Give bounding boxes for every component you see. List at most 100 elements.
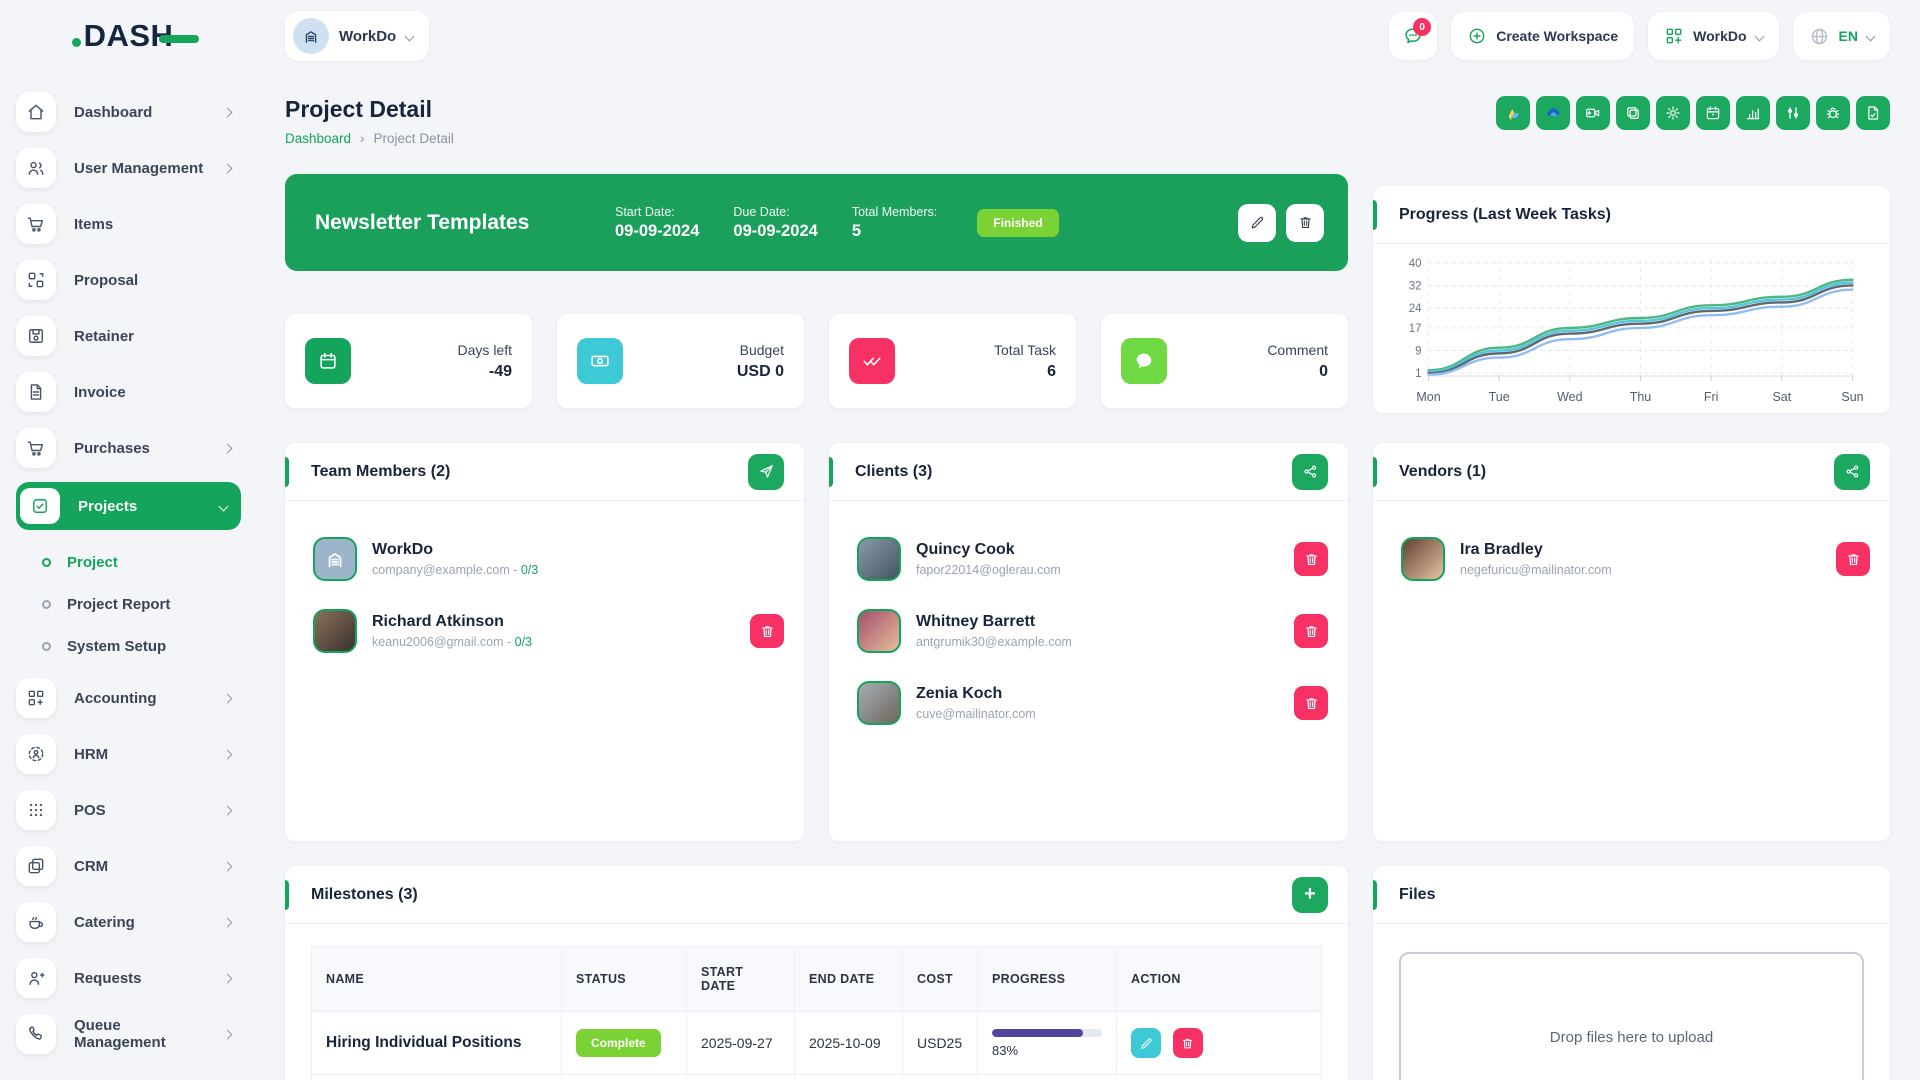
chevron-right-icon <box>223 107 233 117</box>
stat-comment: Comment0 <box>1101 314 1348 408</box>
sidebar-item-catering[interactable]: Catering <box>16 900 241 944</box>
chevron-right-icon <box>223 693 233 703</box>
calendar-button[interactable] <box>1696 96 1730 130</box>
edit-milestone-button[interactable] <box>1131 1028 1161 1058</box>
settings-button[interactable] <box>1656 96 1690 130</box>
svg-text:Fri: Fri <box>1704 390 1719 404</box>
member-email: keanu2006@gmail.com - <box>372 635 515 649</box>
bug-report-button[interactable] <box>1816 96 1850 130</box>
total-members-label: Total Members: <box>852 205 937 219</box>
svg-text:40: 40 <box>1409 258 1422 270</box>
milestone-row: Hiring Individual Positions Complete 202… <box>312 1012 1322 1075</box>
onedrive-icon <box>1544 104 1562 122</box>
bullet-icon <box>42 558 51 567</box>
sidebar-item-crm[interactable]: CRM <box>16 844 241 888</box>
person-scan-icon <box>26 744 46 764</box>
duplicate-button[interactable] <box>1616 96 1650 130</box>
create-workspace-button[interactable]: Create Workspace <box>1451 12 1634 60</box>
remove-vendor-button[interactable] <box>1836 542 1870 576</box>
start-date-value: 09-09-2024 <box>615 222 699 241</box>
sidebar-subitem-system-setup[interactable]: System Setup <box>42 626 241 666</box>
client-email: fapor22014@oglerau.com <box>916 563 1061 577</box>
create-workspace-label: Create Workspace <box>1496 28 1618 44</box>
breadcrumb-dashboard-link[interactable]: Dashboard <box>285 131 351 146</box>
users-icon <box>26 158 46 178</box>
client-row: Zenia Kochcuve@mailinator.com <box>829 667 1348 739</box>
document-report-button[interactable] <box>1856 96 1890 130</box>
sidebar-item-projects[interactable]: Projects <box>16 482 241 530</box>
svg-text:9: 9 <box>1415 346 1421 358</box>
sidebar-item-queue-management[interactable]: Queue Management <box>16 1012 241 1056</box>
client-row: Quincy Cookfapor22014@oglerau.com <box>829 523 1348 595</box>
stat-budget: BudgetUSD 0 <box>557 314 804 408</box>
milestone-end-date: 2025-10-09 <box>795 1012 903 1075</box>
workspace-selector[interactable]: WorkDo <box>285 11 429 61</box>
meeting-video-button[interactable] <box>1576 96 1610 130</box>
panel-title: Team Members (2) <box>311 463 450 481</box>
messages-button[interactable]: 0 <box>1389 12 1437 60</box>
globe-icon <box>1809 26 1830 47</box>
column-header: STATUS <box>562 947 687 1012</box>
delete-milestone-button[interactable] <box>1173 1028 1203 1058</box>
sidebar-subitem-project-report[interactable]: Project Report <box>42 584 241 624</box>
logo-dot <box>72 38 81 47</box>
file-dropzone[interactable]: Drop files here to upload <box>1399 952 1864 1080</box>
coffee-icon <box>26 912 46 932</box>
svg-text:Tue: Tue <box>1489 390 1510 404</box>
bullet-icon <box>42 600 51 609</box>
sidebar-item-purchases[interactable]: Purchases <box>16 426 241 470</box>
team-member-row: Richard Atkinsonkeanu2006@gmail.com - 0/… <box>285 595 804 667</box>
invite-member-button[interactable] <box>748 454 784 490</box>
sidebar-item-dashboard[interactable]: Dashboard <box>16 90 241 134</box>
add-milestone-button[interactable]: + <box>1292 877 1328 913</box>
grid-plus-icon <box>1664 26 1684 46</box>
member-task-ratio: 0/3 <box>521 563 538 577</box>
sidebar-item-proposal[interactable]: Proposal <box>16 258 241 302</box>
sidebar-item-items[interactable]: Items <box>16 202 241 246</box>
breadcrumb-separator: › <box>360 131 365 146</box>
sidebar-item-invoice[interactable]: Invoice <box>16 370 241 414</box>
svg-text:Mon: Mon <box>1416 390 1440 404</box>
sidebar-item-user-management[interactable]: User Management <box>16 146 241 190</box>
remove-member-button[interactable] <box>750 614 784 648</box>
comment-icon <box>1133 350 1155 372</box>
svg-text:17: 17 <box>1409 323 1422 335</box>
sidebar-item-accounting[interactable]: Accounting <box>16 676 241 720</box>
share-icon <box>1844 463 1861 480</box>
edit-project-button[interactable] <box>1238 204 1276 242</box>
client-email: cuve@mailinator.com <box>916 707 1036 721</box>
copy-icon <box>1624 104 1642 122</box>
remove-client-button[interactable] <box>1294 686 1328 720</box>
workflow-button[interactable] <box>1776 96 1810 130</box>
remove-client-button[interactable] <box>1294 614 1328 648</box>
google-drive-icon <box>1504 104 1522 122</box>
chevron-right-icon <box>223 749 233 759</box>
google-drive-button[interactable] <box>1496 96 1530 130</box>
bar-chart-icon <box>1744 104 1762 122</box>
sidebar-item-pos[interactable]: POS <box>16 788 241 832</box>
remove-client-button[interactable] <box>1294 542 1328 576</box>
column-header: NAME <box>312 947 562 1012</box>
chevron-right-icon <box>223 917 233 927</box>
sidebar-item-hrm[interactable]: HRM <box>16 732 241 776</box>
gear-icon <box>1664 104 1682 122</box>
stat-label: Budget <box>737 342 784 358</box>
workspace-menu-button[interactable]: WorkDo <box>1648 12 1778 60</box>
share-client-button[interactable] <box>1292 454 1328 490</box>
project-banner: Newsletter Templates Start Date: 09-09-2… <box>285 174 1348 271</box>
status-badge: Finished <box>977 209 1058 237</box>
delete-project-button[interactable] <box>1286 204 1324 242</box>
pencil-icon <box>1139 1036 1154 1051</box>
clients-panel: Clients (3) Quincy Cookfapor22014@oglera… <box>829 443 1348 841</box>
sidebar-item-retainer[interactable]: Retainer <box>16 314 241 358</box>
sidebar-item-requests[interactable]: Requests <box>16 956 241 1000</box>
sliders-icon <box>1784 104 1802 122</box>
share-vendor-button[interactable] <box>1834 454 1870 490</box>
language-selector[interactable]: EN <box>1793 12 1890 60</box>
sidebar-subitem-project[interactable]: Project <box>42 542 241 582</box>
report-chart-button[interactable] <box>1736 96 1770 130</box>
app-logo: DASH <box>0 18 257 54</box>
chevron-down-icon <box>1754 31 1764 41</box>
onedrive-button[interactable] <box>1536 96 1570 130</box>
stat-value: 6 <box>994 363 1056 381</box>
